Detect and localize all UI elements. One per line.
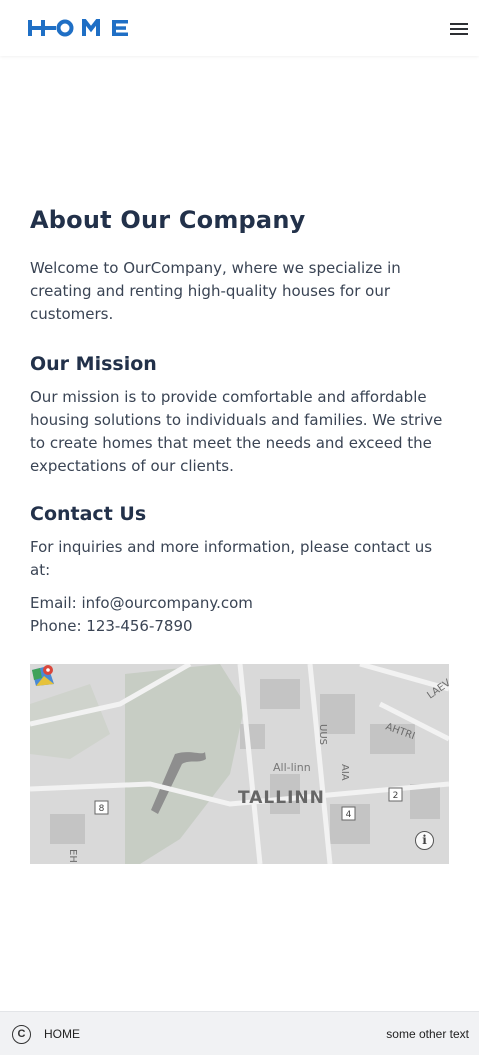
top-header — [0, 0, 479, 56]
contact-email: Email: info@ourcompany.com — [30, 594, 253, 612]
road-marker-4: 4 — [346, 810, 352, 820]
mission-heading: Our Mission — [30, 353, 157, 375]
footer-home-link[interactable]: HOME — [44, 1026, 80, 1042]
footer-other-text: some other text — [386, 1027, 469, 1041]
google-maps-logo[interactable] — [30, 664, 56, 688]
intro-text: Welcome to OurCompany, where we speciali… — [30, 259, 401, 323]
street-label-uus: UUS — [317, 724, 328, 745]
contact-heading: Contact Us — [30, 503, 147, 525]
contact-phone: Phone: 123-456-7890 — [30, 617, 193, 635]
info-icon[interactable]: i — [415, 831, 434, 850]
map-canvas[interactable]: UUS AIA AHTRI LAEV EH All-linn TALLINN 8… — [30, 664, 449, 864]
home-logo[interactable] — [28, 19, 129, 37]
contact-text: For inquiries and more information, plea… — [30, 538, 433, 579]
road-marker-2: 2 — [393, 791, 399, 801]
city-label: TALLINN — [238, 788, 325, 808]
street-label-eh: EH — [67, 849, 78, 863]
about-content: About Our Company Welcome to OurCompany,… — [30, 200, 450, 638]
hamburger-menu-icon[interactable] — [446, 16, 472, 42]
page-footer: C HOME some other text — [0, 1011, 479, 1055]
page-title: About Our Company — [30, 206, 306, 234]
street-label-aia: AIA — [339, 764, 350, 781]
district-label: All-linn — [273, 761, 311, 774]
road-marker-8: 8 — [99, 804, 105, 814]
copyright-icon: C — [12, 1025, 31, 1044]
location-map[interactable]: UUS AIA AHTRI LAEV EH All-linn TALLINN 8… — [30, 664, 449, 864]
mission-text: Our mission is to provide comfortable an… — [30, 388, 443, 475]
